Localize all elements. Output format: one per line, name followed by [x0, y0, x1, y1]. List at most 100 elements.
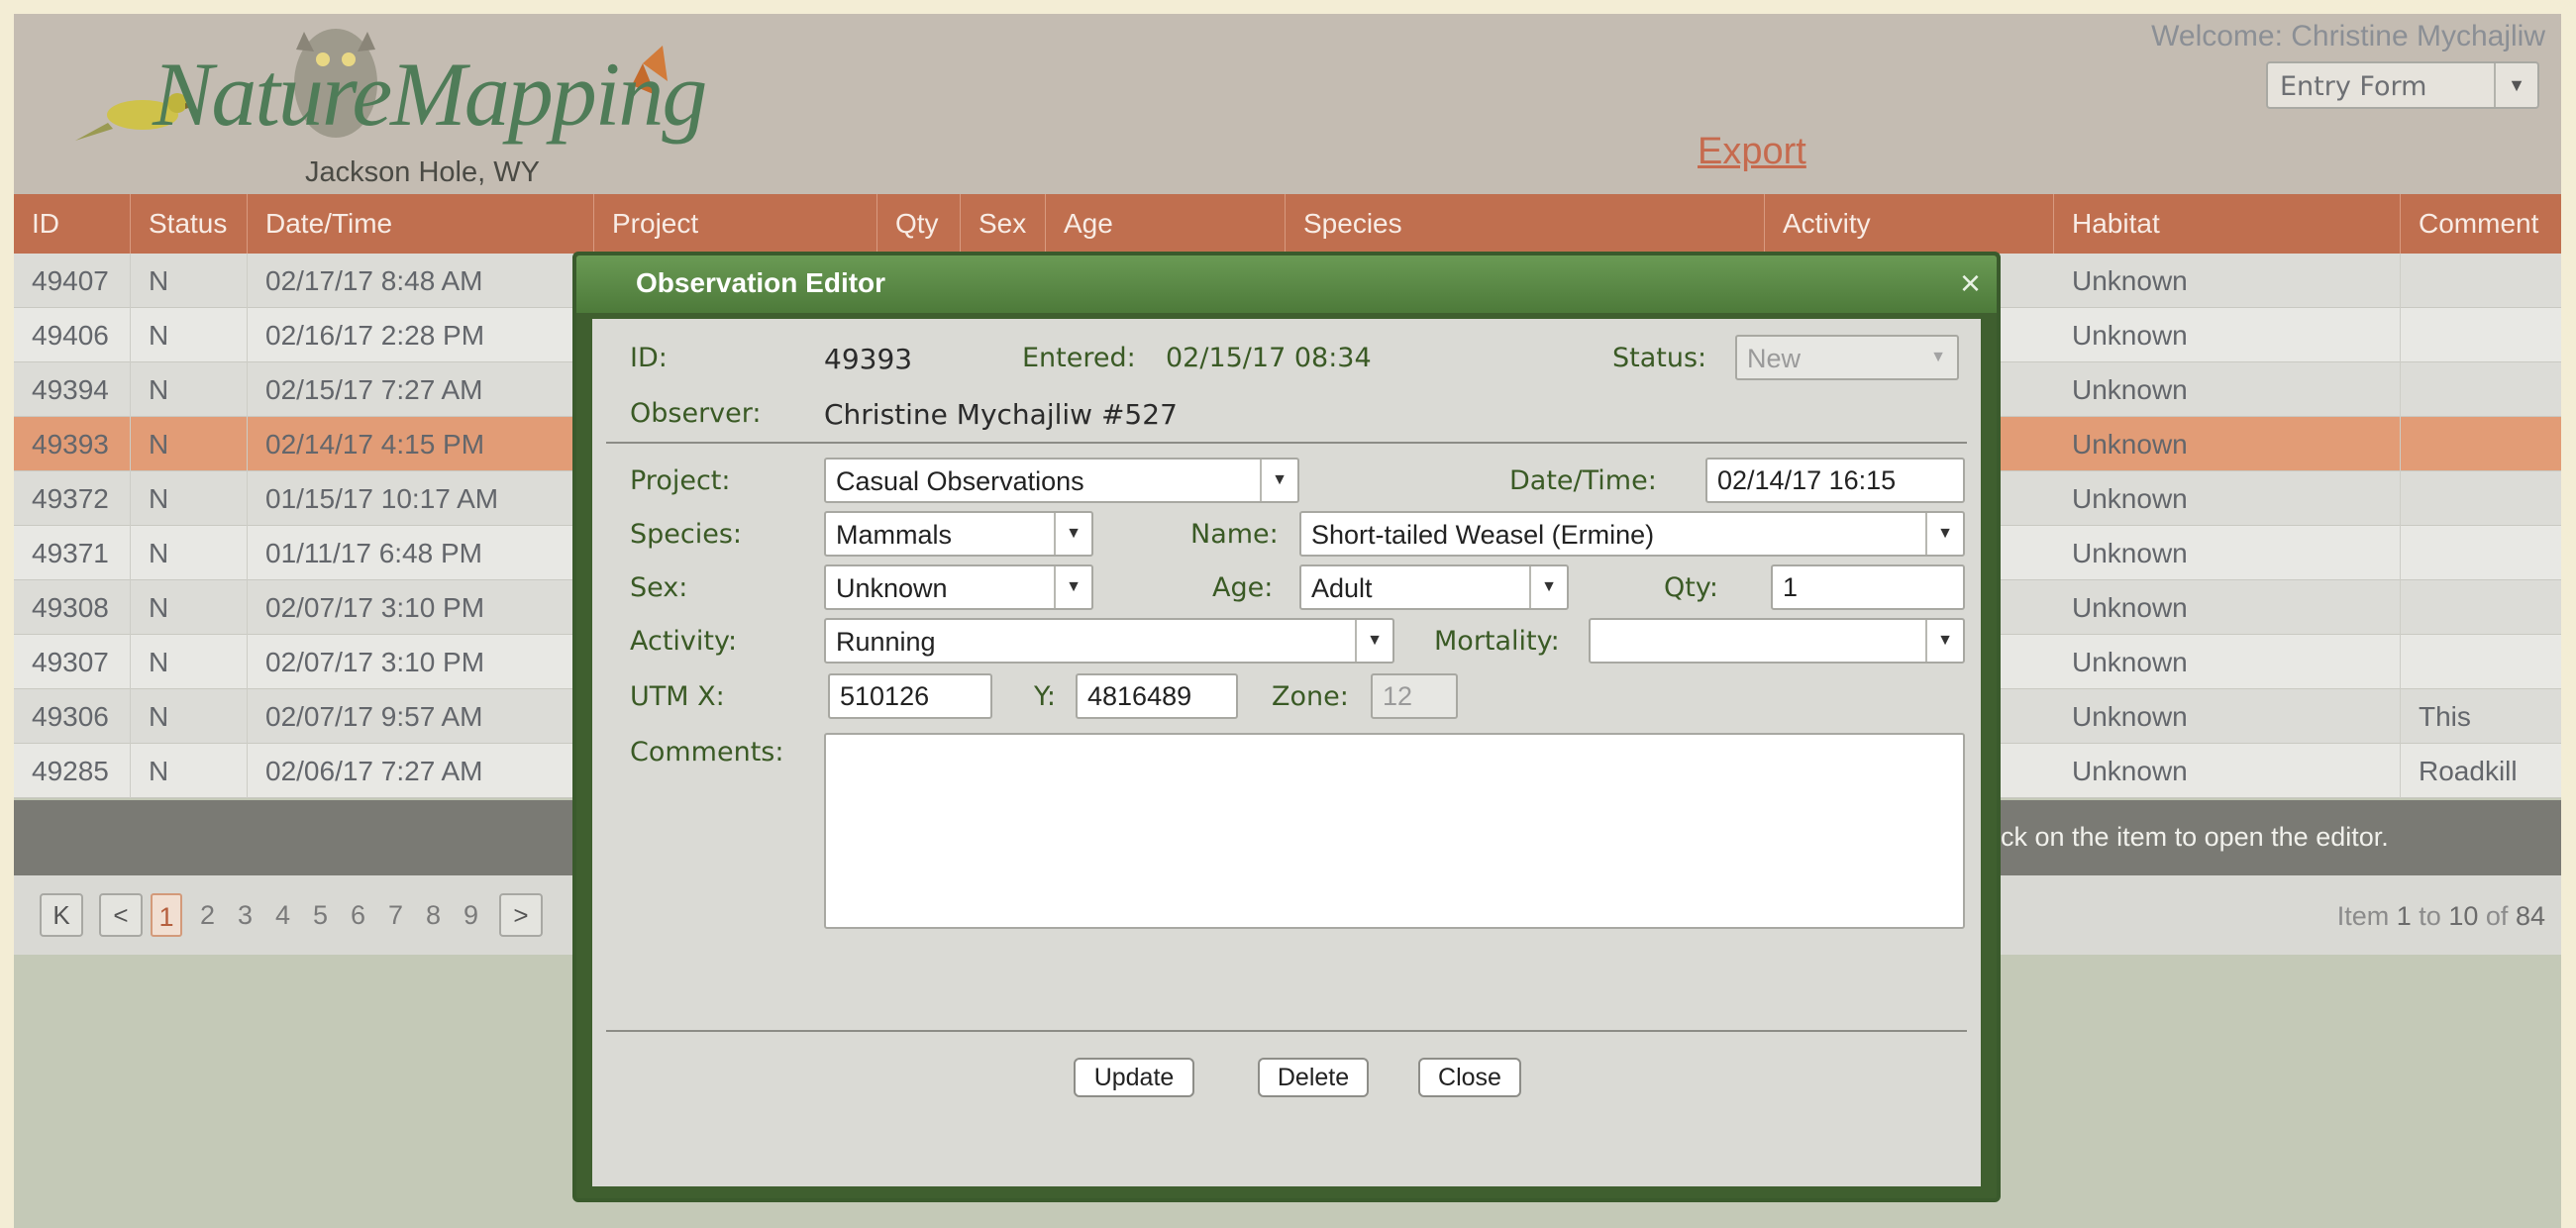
page-link[interactable]: 7: [388, 893, 403, 937]
chevron-down-icon[interactable]: ▼: [1355, 620, 1392, 662]
cell-habitat: Unknown: [2054, 744, 2401, 798]
chevron-down-icon[interactable]: ▼: [1260, 460, 1297, 501]
cell-id: 49393: [14, 417, 131, 471]
cell-habitat: Unknown: [2054, 308, 2401, 362]
column-header-qty[interactable]: Qty: [877, 194, 961, 254]
page-link[interactable]: 4: [275, 893, 290, 937]
column-header-status[interactable]: Status: [131, 194, 248, 254]
utm-x-label: UTM X:: [630, 681, 725, 712]
cell-comment: [2401, 417, 2561, 471]
prev-page-button[interactable]: <: [99, 893, 143, 937]
cell-id: 49406: [14, 308, 131, 362]
column-header-project[interactable]: Project: [594, 194, 877, 254]
cell-datetime: 02/16/17 2:28 PM: [248, 308, 594, 362]
species-select[interactable]: Mammals ▼: [824, 511, 1093, 557]
page-link[interactable]: 3: [238, 893, 253, 937]
observer-label: Observer:: [630, 398, 762, 429]
activity-select[interactable]: Running ▼: [824, 618, 1394, 664]
utm-y-label: Y:: [1034, 681, 1057, 712]
export-link[interactable]: Export: [1698, 131, 1806, 173]
cell-comment: Roadkill: [2419, 756, 2518, 786]
name-select-value: Short-tailed Weasel (Ermine): [1311, 520, 1655, 550]
cell-habitat: Unknown: [2054, 635, 2401, 689]
cell-comment: [2401, 580, 2561, 635]
cell-id: 49306: [14, 689, 131, 744]
nature-mapping-logo: NatureMapping Jackson Hole, WY: [63, 24, 707, 192]
column-header-datetime[interactable]: Date/Time: [248, 194, 594, 254]
column-header-sex[interactable]: Sex: [961, 194, 1046, 254]
update-button[interactable]: Update: [1074, 1058, 1194, 1097]
column-header-activity[interactable]: Activity: [1765, 194, 2054, 254]
close-button[interactable]: Close: [1418, 1058, 1521, 1097]
qty-input[interactable]: 1: [1771, 564, 1965, 610]
logo-subtitle: Jackson Hole, WY: [305, 156, 540, 188]
column-header-species[interactable]: Species: [1286, 194, 1765, 254]
cell-status: N: [131, 580, 248, 635]
item-count-total: 84: [2515, 901, 2545, 931]
project-select-value: Casual Observations: [836, 466, 1084, 496]
chevron-down-icon[interactable]: ▼: [1925, 513, 1963, 555]
species-label: Species:: [630, 519, 743, 550]
next-page-button[interactable]: >: [499, 893, 543, 937]
dialog-titlebar[interactable]: Observation Editor ×: [576, 256, 1997, 313]
age-select-value: Adult: [1311, 573, 1373, 603]
cell-comment: [2401, 308, 2561, 362]
page-link[interactable]: 9: [464, 893, 478, 937]
column-header-age[interactable]: Age: [1046, 194, 1286, 254]
page-link-current[interactable]: 1: [151, 893, 182, 937]
editor-hint-text: ck on the item to open the editor.: [2001, 822, 2389, 852]
page-link[interactable]: 8: [426, 893, 441, 937]
column-header-comment[interactable]: Comment: [2401, 194, 2561, 254]
column-header-id[interactable]: ID: [14, 194, 131, 254]
name-select[interactable]: Short-tailed Weasel (Ermine) ▼: [1299, 511, 1965, 557]
sex-select[interactable]: Unknown ▼: [824, 564, 1093, 610]
chevron-down-icon[interactable]: ▼: [1529, 566, 1567, 608]
page-link[interactable]: 6: [351, 893, 365, 937]
view-select-value: Entry Form: [2280, 71, 2427, 102]
chevron-down-icon[interactable]: ▼: [1925, 620, 1963, 662]
cell-comment: [2401, 635, 2561, 689]
close-icon[interactable]: ×: [1960, 263, 1981, 303]
chevron-down-icon[interactable]: ▼: [1054, 566, 1091, 608]
age-select[interactable]: Adult ▼: [1299, 564, 1569, 610]
item-count-to: 10: [2448, 901, 2479, 931]
delete-button[interactable]: Delete: [1258, 1058, 1369, 1097]
project-select[interactable]: Casual Observations ▼: [824, 458, 1299, 503]
chevron-down-icon[interactable]: ▼: [2494, 63, 2537, 107]
cell-status: N: [131, 526, 248, 580]
comments-textarea[interactable]: [824, 733, 1965, 929]
datetime-input[interactable]: 02/14/17 16:15: [1705, 458, 1965, 503]
cell-id: 49394: [14, 362, 131, 417]
mortality-select[interactable]: ▼: [1589, 618, 1965, 664]
name-label: Name:: [1190, 519, 1279, 550]
column-header-habitat[interactable]: Habitat: [2054, 194, 2401, 254]
cell-status: N: [131, 254, 248, 308]
cell-datetime: 02/07/17 9:57 AM: [248, 689, 594, 744]
app-frame: NatureMapping Jackson Hole, WY Export We…: [14, 14, 2561, 1228]
cell-datetime: 02/07/17 3:10 PM: [248, 635, 594, 689]
cell-status: N: [131, 689, 248, 744]
cell-datetime: 02/17/17 8:48 AM: [248, 254, 594, 308]
cell-id: 49285: [14, 744, 131, 798]
page-link[interactable]: 2: [200, 893, 215, 937]
cell-status: N: [131, 744, 248, 798]
status-label: Status:: [1612, 343, 1707, 373]
item-count: Item 1 to 10 of 84: [2337, 901, 2545, 932]
chevron-down-icon: ▼: [1930, 349, 1946, 365]
cell-status: N: [131, 308, 248, 362]
view-select[interactable]: Entry Form ▼: [2266, 61, 2539, 109]
zone-input: 12: [1371, 673, 1458, 719]
dialog-body: ID: 49393 Entered: 02/15/17 08:34 Status…: [592, 319, 1981, 1186]
page-link[interactable]: 5: [313, 893, 328, 937]
observation-editor-dialog: Observation Editor × ID: 49393 Entered: …: [572, 252, 2001, 1202]
utm-x-input[interactable]: 510126: [828, 673, 992, 719]
cell-habitat: Unknown: [2054, 471, 2401, 526]
item-count-of-word: of: [2485, 901, 2509, 931]
cell-datetime: 02/06/17 7:27 AM: [248, 744, 594, 798]
first-page-button[interactable]: K: [40, 893, 83, 937]
utm-y-input[interactable]: 4816489: [1076, 673, 1238, 719]
cell-datetime: 01/11/17 6:48 PM: [248, 526, 594, 580]
observer-value: Christine Mychajliw #527: [824, 398, 1178, 431]
status-select: New ▼: [1735, 335, 1959, 380]
chevron-down-icon[interactable]: ▼: [1054, 513, 1091, 555]
